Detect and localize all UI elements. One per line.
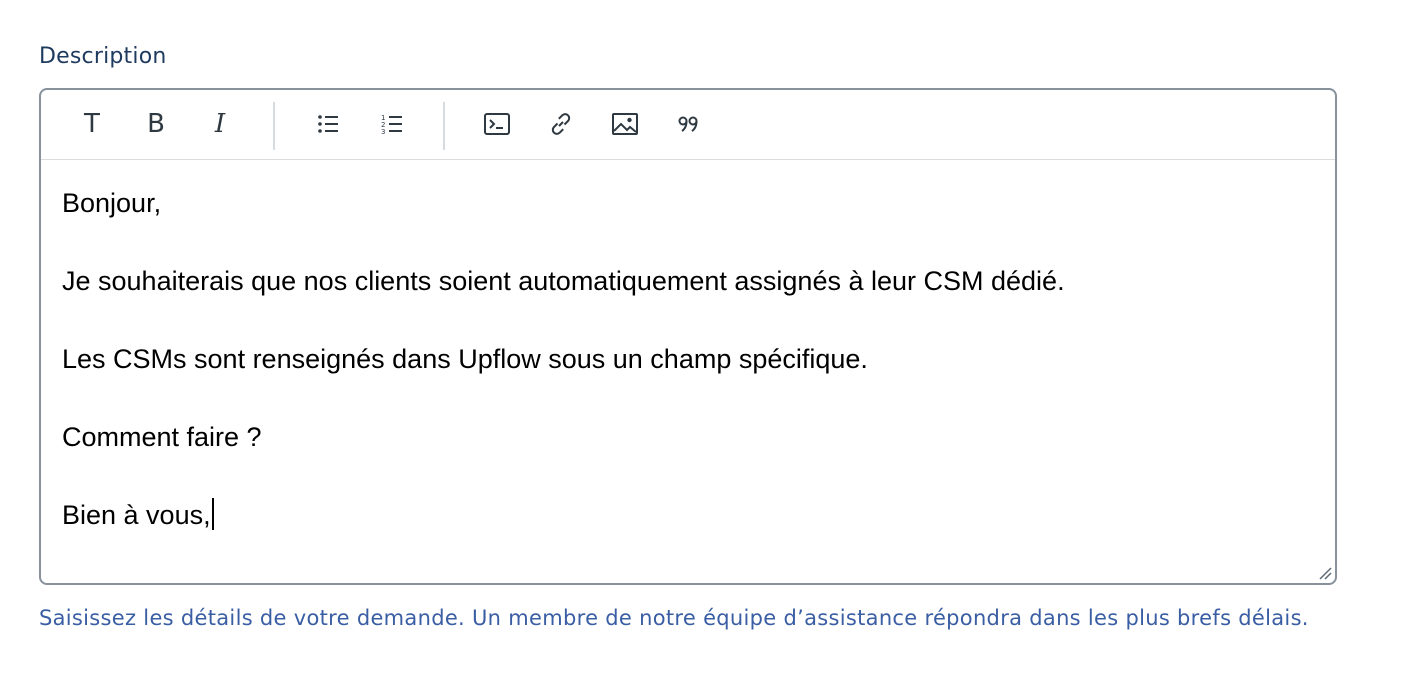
toolbar-divider <box>443 102 445 150</box>
link-icon <box>548 111 574 137</box>
text-style-button[interactable]: T <box>72 104 112 144</box>
svg-text:3: 3 <box>381 128 385 136</box>
editor-content[interactable]: Bonjour, Je souhaiterais que nos clients… <box>41 160 1335 583</box>
editor-paragraph: Comment faire ? <box>62 422 262 452</box>
image-button[interactable] <box>605 104 645 144</box>
description-hint: Saisissez les détails de votre demande. … <box>39 606 1309 630</box>
bold-button[interactable]: B <box>136 104 176 144</box>
code-block-button[interactable] <box>477 104 517 144</box>
numbered-list-icon: 1 2 3 <box>380 112 404 136</box>
editor-paragraph: Bonjour, <box>62 188 162 218</box>
quote-button[interactable] <box>669 104 709 144</box>
toolbar-divider <box>273 102 275 150</box>
image-icon <box>612 113 638 135</box>
editor-paragraph: Bien à vous, <box>62 498 1335 576</box>
italic-icon: I <box>214 109 226 139</box>
code-block-icon <box>484 113 510 135</box>
text-caret <box>211 498 214 530</box>
editor-paragraph: Je souhaiterais que nos clients soient a… <box>62 266 1065 296</box>
resize-handle-icon[interactable] <box>1318 566 1332 580</box>
bulleted-list-button[interactable] <box>308 104 348 144</box>
editor-last-line: Bien à vous, <box>62 500 211 530</box>
italic-button[interactable]: I <box>200 104 240 144</box>
bold-icon: B <box>147 109 165 139</box>
link-button[interactable] <box>541 104 581 144</box>
numbered-list-button[interactable]: 1 2 3 <box>372 104 412 144</box>
bulleted-list-icon <box>316 112 340 136</box>
editor-toolbar: T B I 1 2 3 <box>41 90 1335 160</box>
editor-paragraph: Les CSMs sont renseignés dans Upflow sou… <box>62 344 868 374</box>
text-style-icon: T <box>84 109 100 139</box>
description-label: Description <box>39 44 167 69</box>
quote-icon <box>678 115 700 133</box>
description-editor[interactable]: T B I 1 2 3 Bonjour, Je souhaiterais que… <box>39 88 1337 585</box>
